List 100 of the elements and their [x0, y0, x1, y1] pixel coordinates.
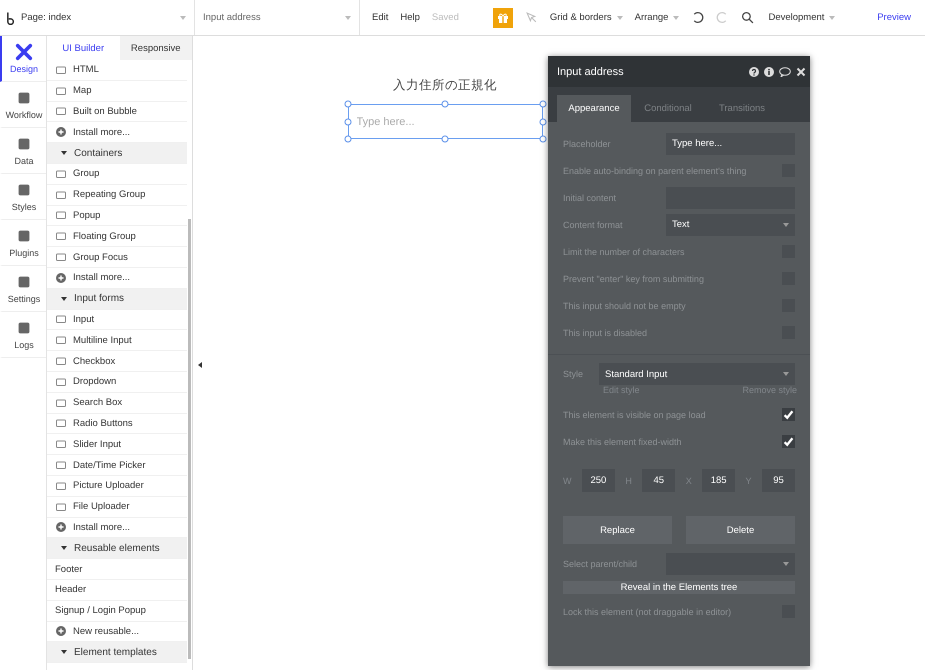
plus-circle-icon	[56, 127, 66, 138]
palette-item[interactable]: Popup	[47, 206, 187, 226]
palette-item[interactable]: Checkbox	[47, 351, 187, 372]
undo-icon[interactable]	[691, 11, 704, 24]
dimension-field[interactable]: 250	[582, 469, 615, 492]
address-input[interactable]: Type here...	[348, 104, 542, 139]
menu-item[interactable]: Help	[400, 12, 420, 23]
caret-icon	[61, 151, 67, 156]
property-dropdown[interactable]: Text	[666, 214, 795, 236]
resize-handle[interactable]	[442, 100, 448, 108]
environment-dropdown[interactable]: Development	[768, 12, 836, 23]
panel-button[interactable]: Replace	[563, 516, 672, 544]
palette-item[interactable]: Multiline Input	[47, 330, 187, 352]
panel-tab[interactable]: Appearance	[557, 95, 631, 122]
element-icon	[56, 106, 66, 116]
checkbox[interactable]	[782, 408, 795, 421]
property-label: Initial content	[563, 192, 616, 202]
palette-item[interactable]: Dropdown	[47, 372, 187, 393]
resize-handle[interactable]	[442, 136, 448, 142]
element-icon	[56, 190, 66, 200]
element-icon	[56, 231, 66, 242]
plus-circle-icon	[56, 626, 66, 636]
save-status: Saved	[432, 12, 459, 23]
nav-tab[interactable]: Workflow	[0, 82, 46, 128]
menu-item[interactable]: Edit	[372, 12, 388, 23]
section-header[interactable]: Containers	[47, 143, 187, 164]
pointer-icon[interactable]	[524, 11, 538, 24]
nav-icon	[15, 43, 33, 61]
close-icon[interactable]	[796, 66, 806, 76]
nav-tab[interactable]: Settings	[0, 266, 46, 312]
palette-item[interactable]: HTML	[47, 60, 187, 81]
logo-icon	[6, 10, 17, 24]
caret-icon	[673, 16, 680, 20]
resize-handle[interactable]	[344, 100, 351, 108]
element-dropdown[interactable]: Input address	[195, 0, 360, 35]
nav-tab[interactable]: Design	[0, 36, 46, 82]
section-header[interactable]: Reusable elements	[47, 538, 187, 560]
info-icon[interactable]	[764, 66, 774, 76]
reveal-button[interactable]: Reveal in the Elements tree	[563, 581, 795, 594]
element-icon	[56, 418, 66, 428]
preview-link[interactable]: Preview	[877, 12, 911, 23]
palette-item[interactable]: Signup / Login Popup	[47, 600, 187, 622]
palette-item[interactable]: Footer	[47, 559, 187, 580]
palette-tab[interactable]: Responsive	[120, 36, 192, 60]
style-dropdown[interactable]: Standard Input	[599, 363, 795, 385]
scrollbar[interactable]	[188, 219, 191, 659]
caret-icon	[61, 296, 67, 301]
caret-icon	[783, 222, 789, 226]
toolbar-menu[interactable]: Arrange	[634, 12, 680, 23]
caret-icon	[616, 16, 623, 20]
toolbar-menu[interactable]: Grid & borders	[550, 12, 623, 23]
property-label: Prevent "enter" key from submitting	[563, 274, 704, 284]
palette-item[interactable]: Header	[47, 580, 187, 601]
resize-handle[interactable]	[539, 136, 546, 142]
property-label: Content format	[563, 220, 623, 230]
dimension-field[interactable]: 95	[762, 469, 795, 492]
palette-item[interactable]: Radio Buttons	[47, 414, 187, 434]
property-label: Placeholder	[563, 138, 611, 148]
nav-tab[interactable]: Plugins	[0, 220, 46, 266]
palette-item[interactable]: Group Focus	[47, 247, 187, 268]
palette-item[interactable]: Search Box	[47, 392, 187, 414]
element-icon	[56, 335, 66, 346]
palette-item[interactable]: Input	[47, 310, 187, 330]
palette-item[interactable]: Picture Uploader	[47, 476, 187, 497]
page-heading: 入力住所の正規化	[393, 77, 497, 94]
resize-handle[interactable]	[344, 118, 351, 125]
help-icon[interactable]	[749, 66, 759, 76]
search-icon[interactable]	[741, 11, 754, 24]
caret-icon	[345, 16, 351, 20]
checkbox[interactable]	[782, 435, 795, 448]
section-header[interactable]: Input forms	[47, 288, 187, 310]
element-icon	[56, 439, 66, 450]
palette-item[interactable]: Date/Time Picker	[47, 455, 187, 476]
caret-icon	[783, 372, 789, 376]
palette-item[interactable]: Map	[47, 80, 187, 102]
resize-handle[interactable]	[344, 136, 351, 142]
gift-icon[interactable]	[492, 8, 513, 28]
comment-icon[interactable]	[779, 66, 791, 76]
palette-item[interactable]: Floating Group	[47, 226, 187, 248]
resize-handle[interactable]	[539, 118, 546, 125]
element-icon	[56, 64, 66, 75]
collapse-icon[interactable]	[198, 362, 202, 368]
palette-item[interactable]: Slider Input	[47, 434, 187, 456]
resize-handle[interactable]	[539, 100, 546, 108]
dimension-field[interactable]: 185	[702, 469, 736, 492]
page-dropdown[interactable]: Page: index	[0, 0, 195, 35]
nav-tab[interactable]: Logs	[0, 312, 46, 358]
dimension-field[interactable]: 45	[642, 469, 676, 492]
palette-item[interactable]: File Uploader	[47, 496, 187, 518]
element-icon	[56, 210, 66, 220]
property-field[interactable]: Type here...	[666, 132, 795, 154]
section-header[interactable]: Element templates	[47, 642, 187, 664]
palette-item[interactable]: Built on Bubble	[47, 102, 187, 122]
property-label: This element is visible on page load	[563, 410, 706, 420]
palette-item[interactable]: Repeating Group	[47, 184, 187, 206]
nav-tab[interactable]: Data	[0, 128, 46, 174]
palette-item[interactable]: Group	[47, 164, 187, 185]
nav-tab[interactable]: Styles	[0, 174, 46, 220]
panel-button[interactable]: Delete	[686, 516, 795, 544]
element-icon	[56, 460, 66, 470]
